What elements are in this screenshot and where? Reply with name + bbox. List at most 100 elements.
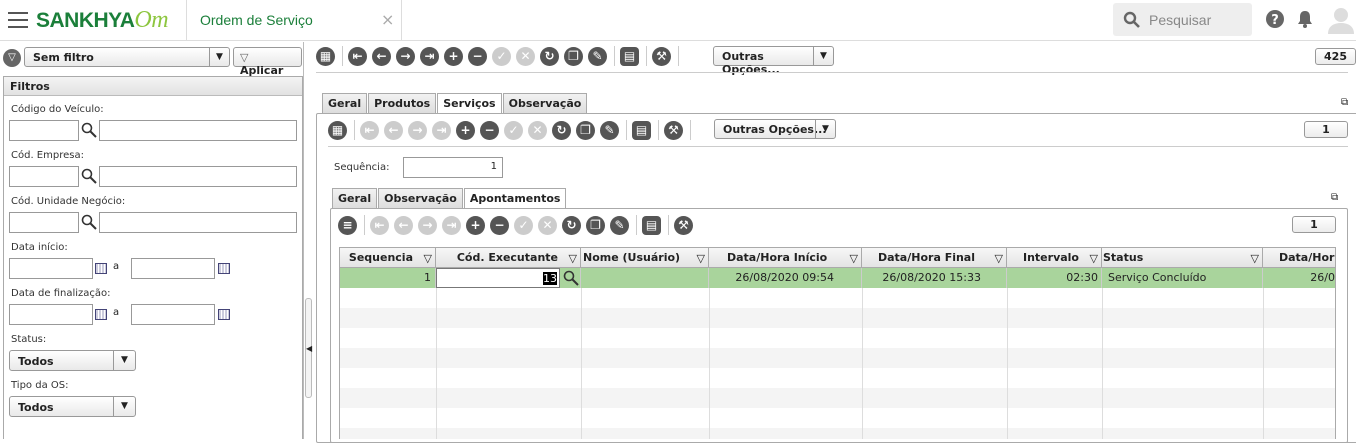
refresh-icon[interactable]: ↻ bbox=[540, 46, 559, 66]
search-icon[interactable] bbox=[81, 214, 97, 230]
close-icon[interactable]: × bbox=[381, 10, 394, 29]
executante-edit-input[interactable]: 13 bbox=[436, 268, 560, 288]
col-status[interactable]: Status ▽ bbox=[1102, 248, 1263, 268]
tab-geral[interactable]: Geral bbox=[332, 188, 378, 208]
vehicle-code-input[interactable] bbox=[9, 120, 79, 141]
next-record-icon[interactable]: → bbox=[418, 215, 437, 235]
company-code-input[interactable] bbox=[9, 166, 79, 187]
report-icon[interactable]: ▤ bbox=[620, 46, 639, 66]
calendar-icon[interactable] bbox=[218, 309, 230, 320]
search-icon[interactable] bbox=[81, 168, 97, 184]
col-data-hora-final[interactable]: Data/Hora Final ▽ bbox=[862, 248, 1007, 268]
business-unit-name-input[interactable] bbox=[99, 212, 297, 233]
start-date-from-input[interactable] bbox=[9, 258, 93, 279]
attach-icon[interactable]: ✎ bbox=[610, 215, 629, 235]
first-record-icon[interactable]: ⇤ bbox=[370, 215, 389, 235]
table-row[interactable]: 1 13 26/08/2020 09:54 26/08/2020 15:33 0… bbox=[340, 268, 1335, 288]
start-date-to-input[interactable] bbox=[131, 258, 215, 279]
wrench-icon[interactable]: ⚒ bbox=[652, 46, 671, 66]
remove-icon[interactable]: − bbox=[480, 120, 499, 140]
other-options-select[interactable]: Outras Opções... ▼ bbox=[713, 46, 834, 76]
calendar-icon[interactable] bbox=[95, 263, 107, 274]
next-record-icon[interactable]: → bbox=[408, 120, 427, 140]
copy-icon[interactable]: ❐ bbox=[586, 215, 605, 235]
first-record-icon[interactable]: ⇤ bbox=[360, 120, 379, 140]
wrench-icon[interactable]: ⚒ bbox=[674, 215, 693, 235]
tab-servicos[interactable]: Serviços bbox=[437, 93, 502, 114]
remove-icon[interactable]: − bbox=[468, 46, 487, 66]
search-box[interactable]: Pesquisar bbox=[1113, 3, 1252, 36]
apontamentos-toolbar: ≡ ⇤ ← → ⇥ + − ✓ ✕ ↻ ❐ ✎ ▤ ⚒ bbox=[338, 215, 698, 235]
other-options-select[interactable]: Outras Opções... ▼ bbox=[714, 119, 836, 139]
copy-icon[interactable]: ❐ bbox=[576, 120, 595, 140]
previous-record-icon[interactable]: ← bbox=[372, 46, 391, 66]
last-record-icon[interactable]: ⇥ bbox=[420, 46, 439, 66]
wrench-icon[interactable]: ⚒ bbox=[664, 120, 683, 140]
bell-icon[interactable] bbox=[1295, 9, 1315, 29]
confirm-icon[interactable]: ✓ bbox=[504, 120, 523, 140]
report-icon[interactable]: ▤ bbox=[642, 215, 661, 235]
chevron-down-icon: ▼ bbox=[813, 47, 833, 65]
refresh-icon[interactable]: ↻ bbox=[552, 120, 571, 140]
confirm-icon[interactable]: ✓ bbox=[514, 215, 533, 235]
avatar[interactable] bbox=[1328, 6, 1354, 34]
next-record-icon[interactable]: → bbox=[396, 46, 415, 66]
col-intervalo[interactable]: Intervalo ▽ bbox=[1007, 248, 1102, 268]
first-record-icon[interactable]: ⇤ bbox=[348, 46, 367, 66]
tab-observacao[interactable]: Observação bbox=[378, 188, 463, 208]
filter-options-icon[interactable]: ▽ bbox=[3, 49, 21, 67]
refresh-icon[interactable]: ↻ bbox=[562, 215, 581, 235]
chevron-down-icon: ▼ bbox=[113, 397, 135, 416]
cancel-icon[interactable]: ✕ bbox=[516, 46, 535, 66]
calendar-icon[interactable] bbox=[95, 309, 107, 320]
list-view-icon[interactable]: ≡ bbox=[338, 215, 357, 235]
cancel-icon[interactable]: ✕ bbox=[538, 215, 557, 235]
app-tab[interactable]: Ordem de Serviço × bbox=[186, 0, 402, 40]
remove-icon[interactable]: − bbox=[490, 215, 509, 235]
maximize-icon[interactable]: ⧉ bbox=[1341, 97, 1348, 108]
add-icon[interactable]: + bbox=[466, 215, 485, 235]
tab-produtos[interactable]: Produtos bbox=[368, 93, 437, 113]
col-cod-executante[interactable]: Cód. Executante ▽ bbox=[436, 248, 581, 268]
help-icon[interactable]: ? bbox=[1265, 9, 1285, 29]
collapse-panel-handle[interactable]: ◀ bbox=[305, 298, 312, 398]
grid-view-icon[interactable]: ▦ bbox=[316, 46, 335, 66]
report-icon[interactable]: ▤ bbox=[632, 120, 651, 140]
search-icon[interactable] bbox=[563, 270, 579, 286]
col-data-hora[interactable]: Data/Hora bbox=[1263, 248, 1335, 268]
calendar-icon[interactable] bbox=[218, 263, 230, 274]
confirm-icon[interactable]: ✓ bbox=[492, 46, 511, 66]
tab-geral[interactable]: Geral bbox=[322, 93, 368, 113]
cancel-icon[interactable]: ✕ bbox=[528, 120, 547, 140]
add-icon[interactable]: + bbox=[456, 120, 475, 140]
copy-icon[interactable]: ❐ bbox=[564, 46, 583, 66]
previous-record-icon[interactable]: ← bbox=[394, 215, 413, 235]
tab-observacao[interactable]: Observação bbox=[502, 93, 588, 113]
add-icon[interactable]: + bbox=[444, 46, 463, 66]
os-type-select[interactable]: Todos ▼ bbox=[9, 396, 136, 417]
last-record-icon[interactable]: ⇥ bbox=[442, 215, 461, 235]
attach-icon[interactable]: ✎ bbox=[588, 46, 607, 66]
company-name-input[interactable] bbox=[99, 166, 297, 187]
col-sequencia[interactable]: Sequencia ▽ bbox=[340, 248, 436, 268]
last-record-icon[interactable]: ⇥ bbox=[432, 120, 451, 140]
status-select[interactable]: Todos ▼ bbox=[9, 350, 136, 371]
vehicle-description-input[interactable] bbox=[99, 120, 297, 141]
tab-apontamentos[interactable]: Apontamentos bbox=[463, 188, 567, 209]
previous-record-icon[interactable]: ← bbox=[384, 120, 403, 140]
end-date-from-input[interactable] bbox=[9, 304, 93, 325]
menu-icon[interactable] bbox=[8, 12, 28, 28]
col-nome-usuario[interactable]: Nome (Usuário) ▽ bbox=[581, 248, 709, 268]
maximize-icon[interactable]: ⧉ bbox=[1331, 192, 1338, 203]
col-data-hora-inicio[interactable]: Data/Hora Início ▽ bbox=[709, 248, 862, 268]
attach-icon[interactable]: ✎ bbox=[600, 120, 619, 140]
empty-row bbox=[340, 348, 1335, 368]
grid-view-icon[interactable]: ▦ bbox=[328, 120, 347, 140]
end-date-to-input[interactable] bbox=[131, 304, 215, 325]
search-icon[interactable] bbox=[81, 122, 97, 138]
filter-select[interactable]: Sem filtro ▼ bbox=[24, 47, 230, 67]
grid-header: Sequencia ▽ Cód. Executante ▽ Nome (Usuári… bbox=[340, 248, 1335, 268]
sequence-input[interactable]: 1 bbox=[403, 157, 503, 178]
apply-button[interactable]: ▽ Aplicar bbox=[233, 47, 302, 77]
business-unit-input[interactable] bbox=[9, 212, 79, 233]
